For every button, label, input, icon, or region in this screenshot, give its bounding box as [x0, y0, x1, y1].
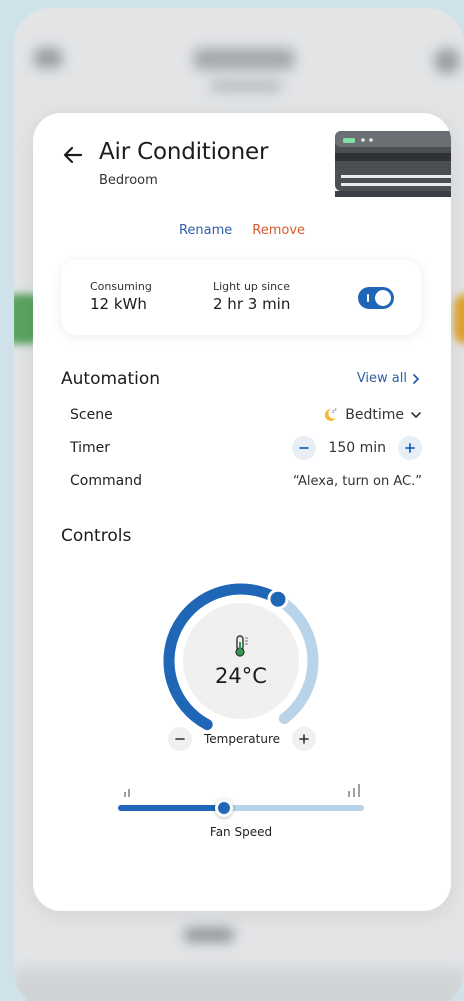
back-button[interactable]	[59, 141, 87, 169]
timer-stepper: 150 min	[292, 436, 422, 460]
background-gear-icon	[434, 48, 460, 74]
timer-increase-button[interactable]	[398, 436, 422, 460]
usage-stats-card: Consuming 12 kWh Light up since 2 hr 3 m…	[61, 260, 421, 335]
toggle-on-mark	[367, 294, 369, 302]
temperature-decrease-button[interactable]	[167, 727, 192, 751]
signal-high-icon	[348, 784, 360, 797]
timer-row: Timer 150 min	[70, 436, 422, 460]
minus-icon	[299, 447, 310, 449]
timer-decrease-button[interactable]	[292, 436, 317, 460]
toggle-knob	[375, 290, 391, 306]
svg-text:z: z	[335, 407, 337, 412]
light-up-stat: Light up since 2 hr 3 min	[213, 280, 290, 313]
consumption-label: Consuming	[90, 280, 152, 293]
remove-link[interactable]: Remove	[252, 223, 305, 238]
minus-icon	[175, 738, 185, 740]
scene-dropdown[interactable]: z z Bedtime	[321, 406, 422, 424]
plus-icon	[405, 443, 415, 453]
chevron-right-icon	[413, 373, 419, 384]
command-row: Command “Alexa, turn on AC.”	[70, 469, 422, 493]
command-value: “Alexa, turn on AC.”	[292, 473, 422, 489]
view-all-label: View all	[356, 371, 407, 386]
background-nav-bar	[14, 968, 464, 1001]
moon-sleep-icon: z z	[325, 407, 337, 421]
timer-label: Timer	[70, 440, 111, 456]
consumption-stat: Consuming 12 kWh	[90, 280, 152, 313]
background-element	[184, 928, 234, 942]
timer-value: 150 min	[328, 440, 386, 456]
signal-low-icon	[124, 789, 130, 797]
temperature-stepper: Temperature	[33, 727, 451, 751]
automation-title: Automation	[61, 369, 161, 389]
view-all-link[interactable]: View all	[357, 371, 421, 386]
scene-row: Scene z z Bedtime	[70, 403, 422, 427]
controls-title: Controls	[61, 526, 132, 546]
fan-speed-control: Fan Speed	[118, 783, 368, 843]
air-conditioner-illustration	[335, 131, 451, 197]
thermometer-icon	[235, 635, 248, 657]
temperature-increase-button[interactable]	[292, 727, 316, 751]
device-title: Air Conditioner	[99, 139, 269, 165]
arrow-left-icon	[63, 146, 83, 164]
background-subtitle	[210, 80, 282, 92]
fan-speed-label: Fan Speed	[209, 825, 273, 839]
command-label: Command	[70, 473, 142, 489]
device-detail-card: Air Conditioner Bedroom Rename Remove Co…	[33, 113, 451, 911]
power-toggle[interactable]	[358, 287, 394, 309]
scene-label: Scene	[70, 407, 113, 423]
temperature-label: Temperature	[203, 732, 280, 746]
fan-speed-fill	[118, 805, 224, 811]
plus-icon	[299, 734, 309, 744]
light-up-label: Light up since	[213, 280, 290, 293]
temperature-dial[interactable]: 24°C	[151, 571, 331, 751]
scene-value: Bedtime	[345, 407, 404, 423]
rename-link[interactable]: Rename	[179, 223, 232, 238]
temperature-knob[interactable]	[267, 588, 289, 610]
background-back-icon	[34, 48, 62, 68]
fan-speed-thumb[interactable]	[214, 799, 233, 817]
chevron-down-icon	[411, 412, 421, 418]
background-title	[194, 48, 294, 70]
device-room: Bedroom	[99, 173, 158, 188]
light-up-value: 2 hr 3 min	[213, 295, 291, 313]
fan-speed-slider[interactable]	[118, 805, 364, 811]
temperature-readout: 24°C	[183, 603, 299, 719]
background-yellow-tile	[454, 294, 464, 344]
device-actions: Rename Remove	[33, 223, 451, 238]
temperature-value: 24°C	[215, 664, 267, 688]
consumption-value: 12 kWh	[90, 295, 147, 313]
